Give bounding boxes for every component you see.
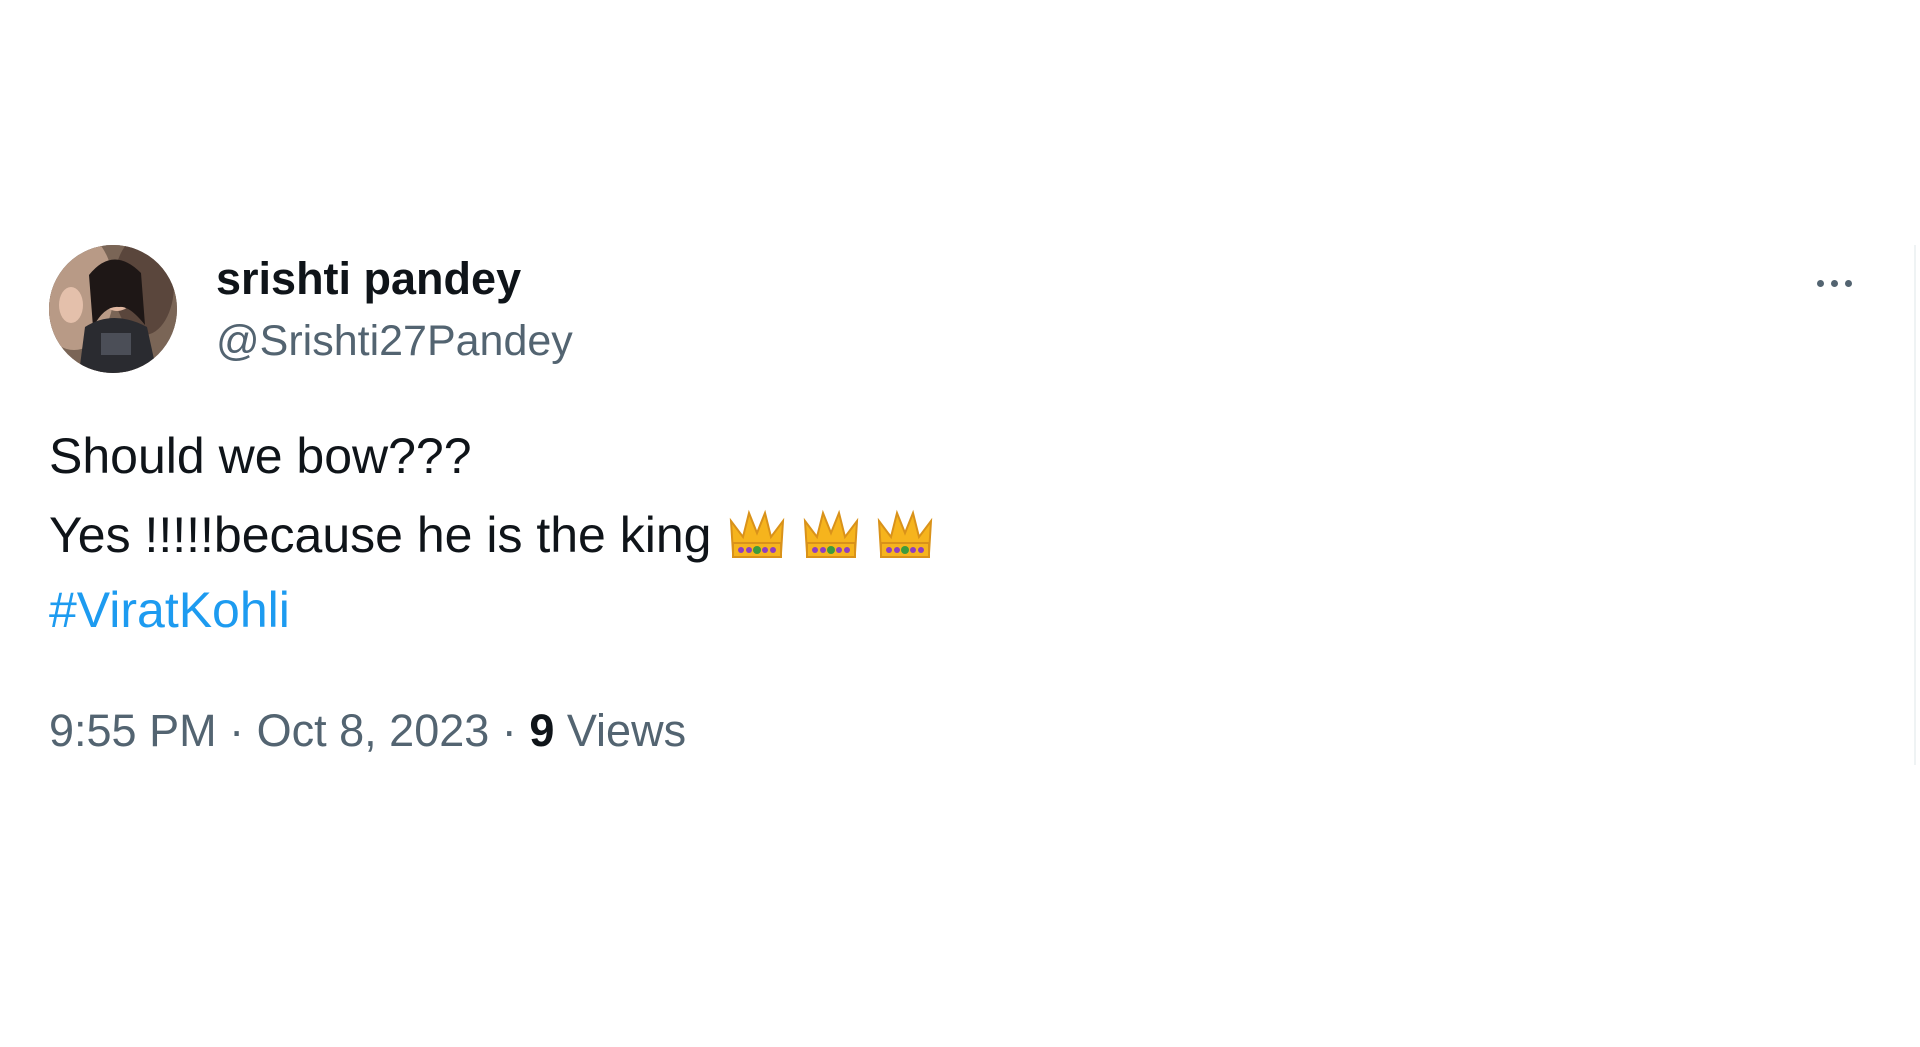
avatar-photo	[49, 245, 177, 373]
crown-icon	[804, 509, 859, 558]
tweet-time[interactable]: 9:55 PM	[49, 705, 217, 756]
views-count[interactable]: 9	[529, 705, 554, 756]
tweet-text-line-2: Yes !!!!!because he is the king	[49, 507, 712, 563]
author-display-name[interactable]: srishti pandey	[216, 253, 521, 305]
tweet-screenshot: srishti pandey @Srishti27Pandey Should w…	[0, 0, 1920, 1047]
meta-separator: ·	[501, 705, 517, 756]
avatar[interactable]	[49, 245, 177, 373]
crown-emoji-group	[725, 503, 937, 567]
hashtag-link[interactable]: #ViratKohli	[49, 581, 290, 639]
tweet-meta: 9:55 PM · Oct 8, 2023 · 9 Views	[49, 705, 686, 757]
card-border	[1914, 245, 1916, 765]
author-handle[interactable]: @Srishti27Pandey	[216, 317, 573, 366]
tweet-text-line-2-row: Yes !!!!!because he is the king	[49, 503, 937, 567]
meta-separator: ·	[229, 705, 245, 756]
views-label[interactable]: Views	[567, 705, 686, 756]
tweet-text-line-1: Should we bow???	[49, 428, 472, 484]
crown-icon	[878, 509, 933, 558]
more-options-icon[interactable]	[1804, 265, 1864, 301]
tweet-card: srishti pandey @Srishti27Pandey Should w…	[49, 245, 1855, 765]
tweet-date[interactable]: Oct 8, 2023	[257, 705, 490, 756]
crown-icon	[730, 509, 785, 558]
